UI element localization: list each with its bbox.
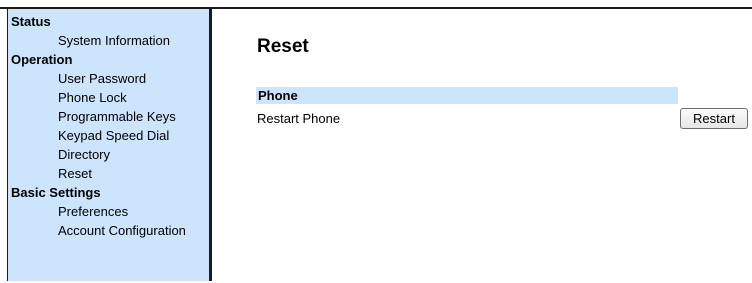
sidebar-item-preferences[interactable]: Preferences	[8, 202, 209, 221]
sidebar-item-keypad-speed-dial[interactable]: Keypad Speed Dial	[8, 126, 209, 145]
sidebar-nav: Status System Information Operation User…	[7, 7, 212, 281]
section-header-phone: Phone	[256, 87, 678, 104]
sidebar-section-status: Status	[11, 14, 51, 29]
sidebar-item-user-password[interactable]: User Password	[8, 69, 209, 88]
main-content: Reset Phone Restart Phone Restart	[212, 9, 752, 281]
sidebar-item-account-configuration[interactable]: Account Configuration	[8, 221, 209, 240]
sidebar-section-basic-settings: Basic Settings	[11, 185, 101, 200]
restart-phone-label: Restart Phone	[257, 111, 341, 126]
sidebar-section-operation: Operation	[11, 52, 73, 67]
restart-button[interactable]: Restart	[680, 108, 748, 129]
sidebar-item-phone-lock[interactable]: Phone Lock	[8, 88, 209, 107]
sidebar-item-reset[interactable]: Reset	[8, 164, 209, 183]
sidebar-item-programmable-keys[interactable]: Programmable Keys	[8, 107, 209, 126]
sidebar-item-directory[interactable]: Directory	[8, 145, 209, 164]
sidebar-item-system-information[interactable]: System Information	[8, 31, 209, 50]
page-title: Reset	[257, 36, 309, 57]
